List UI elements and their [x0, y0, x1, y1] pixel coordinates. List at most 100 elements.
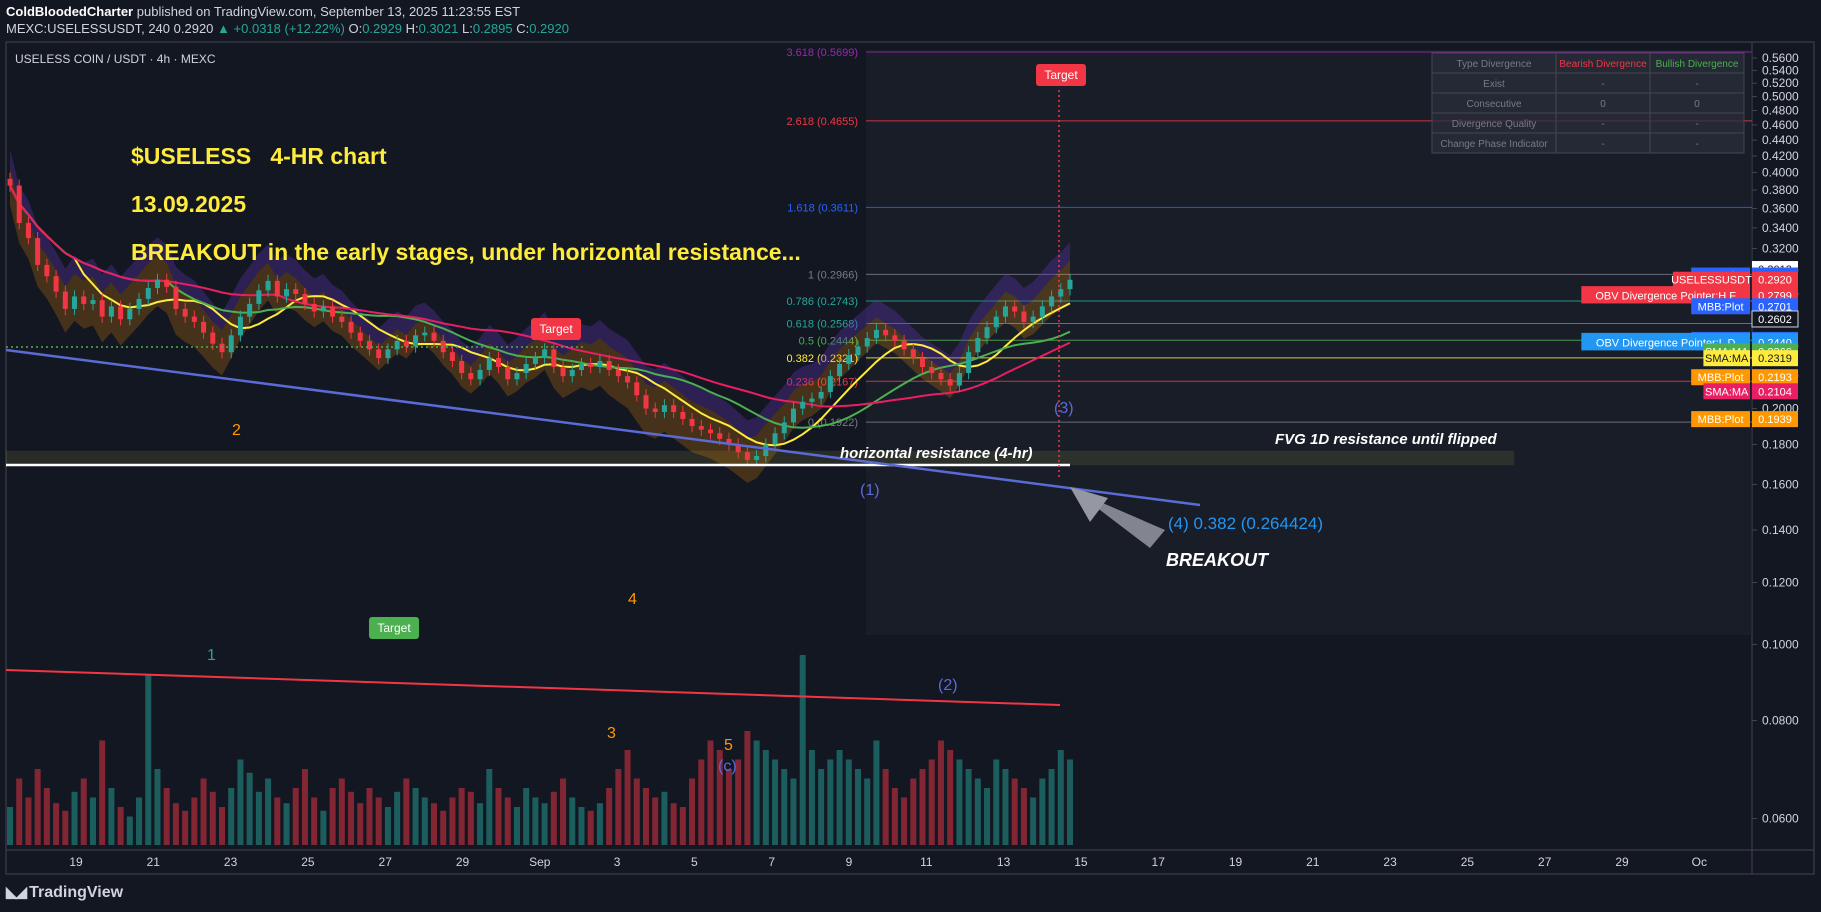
candle-body	[772, 433, 778, 445]
horizontal-resistance-label: horizontal resistance (4-hr)	[840, 445, 1033, 462]
candle-body	[366, 340, 372, 350]
volume-bar	[855, 769, 861, 845]
volume-bar	[891, 788, 898, 845]
price-tick-label: 0.1400	[1762, 523, 1799, 537]
annotation-line-1: $USELESS 4-HR chart	[131, 143, 387, 169]
volume-bar	[255, 791, 262, 845]
candle-body	[597, 360, 603, 367]
candle-body	[182, 308, 188, 317]
target-tag-top[interactable]: Target	[1036, 64, 1086, 86]
table-cell-text: -	[1601, 79, 1604, 90]
candle-body	[532, 358, 538, 364]
fib-level-label: 1 (0.2966)	[808, 269, 858, 281]
volume-bar	[606, 788, 613, 845]
candle-body	[956, 373, 962, 386]
candle-body	[228, 335, 234, 353]
candle-body	[1030, 316, 1036, 322]
table-cell-text: -	[1695, 119, 1698, 130]
candle-body	[698, 426, 704, 430]
candle-body	[818, 391, 824, 399]
volume-bar	[836, 750, 843, 845]
candle-body	[330, 306, 336, 317]
candle-body	[578, 363, 584, 370]
price-tick-label: 0.4400	[1762, 133, 1799, 147]
volume-bar	[329, 788, 336, 845]
target-tag-green[interactable]: Target	[369, 617, 419, 639]
tradingview-brand: TradingView	[29, 884, 124, 901]
volume-bar	[348, 791, 355, 845]
volume-bar	[467, 791, 474, 845]
price-tick-label: 0.1200	[1762, 576, 1799, 590]
candle-body	[671, 405, 677, 412]
volume-bar	[1057, 750, 1064, 845]
candle-body	[284, 289, 290, 297]
volume-bar	[928, 759, 935, 845]
volume-bar	[136, 797, 143, 845]
volume-bar	[661, 791, 668, 845]
volume-bar	[596, 803, 603, 845]
candle-body	[16, 185, 22, 223]
price-tick-label: 0.1000	[1762, 638, 1799, 652]
volume-bar	[99, 740, 106, 845]
target-tag-mid[interactable]: Target	[531, 318, 581, 340]
wave-label-orange-3: 3	[607, 725, 616, 742]
candle-body	[210, 332, 216, 344]
table-header-text: Type Divergence	[1456, 59, 1531, 70]
candle-body	[615, 369, 621, 377]
volume-bar	[845, 759, 852, 845]
time-tick-label: 21	[147, 855, 161, 869]
volume-bar	[643, 788, 649, 845]
volume-bar	[1039, 778, 1046, 845]
candle-body	[145, 287, 151, 299]
wave-label-orange-2: 2	[232, 422, 241, 439]
volume-bar	[108, 788, 115, 845]
candle-body	[708, 429, 714, 434]
volume-bar	[1011, 778, 1018, 845]
fib-level-label: 0.786 (0.2743)	[786, 296, 858, 308]
table-cell-text: Exist	[1483, 79, 1505, 90]
volume-bar	[753, 740, 760, 845]
wave-label-orange-5: 5	[724, 737, 733, 754]
candle-body	[154, 279, 160, 288]
time-tick-label: Oc	[1692, 855, 1707, 869]
candle-body	[376, 349, 382, 359]
price-tick-label: 0.3800	[1762, 183, 1799, 197]
volume-bar	[43, 788, 50, 845]
candle-body	[661, 405, 667, 412]
candle-body	[385, 349, 391, 359]
volume-bar	[808, 750, 815, 845]
price-badge-label: MBB:Plot	[1698, 301, 1744, 313]
price-axis[interactable]: 0.56000.54000.52000.50000.48000.46000.44…	[1752, 51, 1799, 826]
candle-body	[929, 366, 935, 374]
fib-level-label: 3.618 (0.5699)	[786, 47, 858, 59]
volume-bar	[209, 791, 216, 845]
candle-body	[108, 306, 114, 317]
target-tag-mid-label: Target	[539, 322, 573, 336]
divergence-table: Type Divergence Bearish Divergence Bullish…	[1431, 52, 1745, 154]
time-axis[interactable]: 19 21 23 25 27 29 Sep 3 5 7 9 11 13 15 17 19 21 23 25 27 29 O…	[69, 855, 1707, 869]
table-cell-text: 0	[1694, 99, 1700, 110]
volume-bar	[910, 778, 917, 845]
volume-bar	[71, 791, 78, 845]
candle-body	[1012, 306, 1018, 312]
candle-body	[809, 398, 815, 402]
time-tick-label: 29	[456, 855, 470, 869]
candle-body	[505, 366, 511, 380]
candle-body	[237, 316, 243, 336]
price-chart[interactable]: 3.618 (0.5699) 2.618 (0.4655) 1.618 (0.361…	[0, 0, 1821, 912]
volume-bar	[652, 797, 659, 845]
volume-bar	[311, 797, 318, 845]
wave-label-1: (1)	[860, 482, 880, 499]
volume-bar	[191, 797, 198, 845]
candle-body	[883, 329, 889, 336]
price-tick-label: 0.1800	[1762, 437, 1799, 451]
candle-body	[754, 455, 760, 460]
volume-bar	[53, 803, 60, 845]
candle-body	[394, 340, 400, 350]
volume-bar	[431, 803, 437, 845]
volume-bar	[799, 655, 806, 845]
tradingview-logo[interactable]: ◣◢ TradingView	[6, 883, 123, 902]
time-tick-label: 9	[846, 855, 853, 869]
volume-bar	[366, 788, 373, 845]
volume-bar	[486, 769, 493, 845]
